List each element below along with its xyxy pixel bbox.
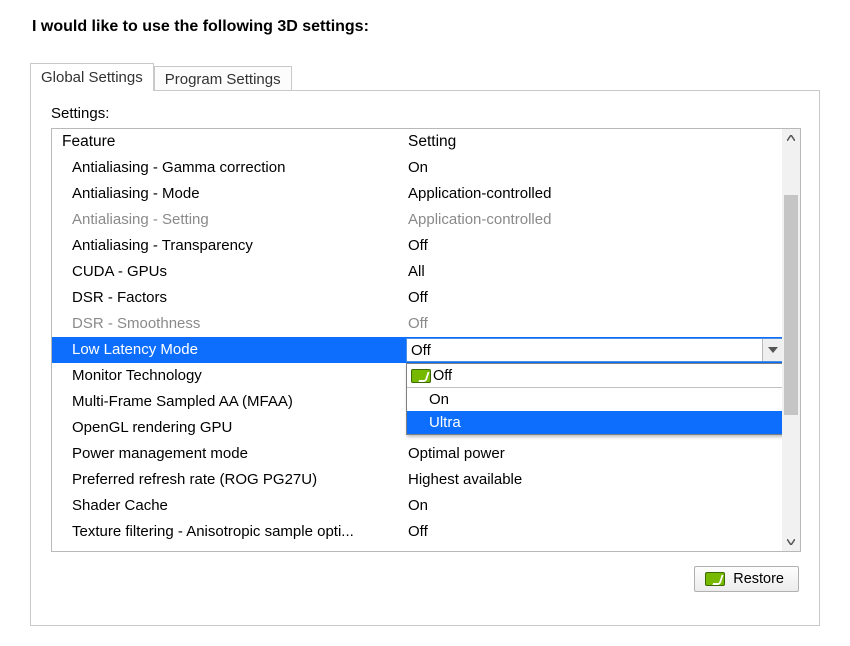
setting-cell: On xyxy=(404,493,782,519)
feature-cell: Power management mode xyxy=(52,441,404,467)
table-row: Antialiasing - Setting Application-contr… xyxy=(52,207,782,233)
low-latency-mode-dropdown-list[interactable]: Off On Ultra xyxy=(406,363,782,435)
table-row[interactable]: Texture filtering - Negative LOD bias Al… xyxy=(52,545,782,551)
settings-label: Settings: xyxy=(51,105,799,122)
tabset: Global Settings Program Settings Setting… xyxy=(30,60,826,626)
tab-body: Settings: Feature Setting Antialiasing -… xyxy=(30,90,820,626)
table-row[interactable]: Power management mode Optimal power xyxy=(52,441,782,467)
feature-cell: Shader Cache xyxy=(52,493,404,519)
dropdown-option[interactable]: Off xyxy=(407,364,782,388)
feature-cell: Antialiasing - Transparency xyxy=(52,233,404,259)
chevron-up-icon xyxy=(787,135,795,141)
setting-cell: Off xyxy=(404,311,782,337)
table-row[interactable]: Antialiasing - Gamma correction On xyxy=(52,155,782,181)
setting-cell: Highest available xyxy=(404,467,782,493)
feature-cell: Multi-Frame Sampled AA (MFAA) xyxy=(52,389,404,415)
setting-cell: Optimal power xyxy=(404,441,782,467)
feature-cell: Monitor Technology xyxy=(52,363,404,389)
table-header-row: Feature Setting xyxy=(52,129,782,155)
combobox-toggle[interactable] xyxy=(762,339,782,361)
low-latency-mode-combobox[interactable]: Off xyxy=(406,338,782,362)
dropdown-option-highlighted[interactable]: Ultra xyxy=(407,411,782,434)
table-row[interactable]: Shader Cache On xyxy=(52,493,782,519)
setting-cell: All xyxy=(404,259,782,285)
table-row[interactable]: CUDA - GPUs All xyxy=(52,259,782,285)
feature-cell: Low Latency Mode xyxy=(52,337,404,363)
setting-cell: On xyxy=(404,155,782,181)
table-row[interactable]: Antialiasing - Transparency Off xyxy=(52,233,782,259)
settings-table-scroll: Feature Setting Antialiasing - Gamma cor… xyxy=(52,129,782,551)
feature-cell: DSR - Smoothness xyxy=(52,311,404,337)
chevron-down-icon xyxy=(768,347,778,353)
feature-cell: DSR - Factors xyxy=(52,285,404,311)
setting-cell: Off xyxy=(404,233,782,259)
feature-cell: CUDA - GPUs xyxy=(52,259,404,285)
feature-cell: Preferred refresh rate (ROG PG27U) xyxy=(52,467,404,493)
tab-program-settings[interactable]: Program Settings xyxy=(154,66,292,92)
table-row[interactable]: Antialiasing - Mode Application-controll… xyxy=(52,181,782,207)
setting-cell: Allow xyxy=(404,545,782,551)
scrollbar-down-arrow[interactable] xyxy=(782,533,800,551)
settings-table-container: Feature Setting Antialiasing - Gamma cor… xyxy=(51,128,801,552)
feature-cell: Antialiasing - Gamma correction xyxy=(52,155,404,181)
table-row[interactable]: Texture filtering - Anisotropic sample o… xyxy=(52,519,782,545)
feature-cell: OpenGL rendering GPU xyxy=(52,415,404,441)
tab-global-settings[interactable]: Global Settings xyxy=(30,63,154,91)
setting-cell: Off xyxy=(404,285,782,311)
dropdown-option-label: Off xyxy=(433,368,452,384)
column-header-setting[interactable]: Setting xyxy=(404,129,782,155)
nvidia-logo-icon xyxy=(411,369,431,383)
tab-strip: Global Settings Program Settings xyxy=(30,60,826,90)
restore-button[interactable]: Restore xyxy=(694,566,799,592)
setting-cell: Application-controlled xyxy=(404,207,782,233)
feature-cell: Texture filtering - Anisotropic sample o… xyxy=(52,519,404,545)
setting-cell: Off xyxy=(404,519,782,545)
scrollbar-up-arrow[interactable] xyxy=(782,129,800,147)
scrollbar-thumb[interactable] xyxy=(784,195,798,415)
restore-row: Restore xyxy=(51,566,799,592)
column-header-feature[interactable]: Feature xyxy=(52,129,404,155)
dropdown-option[interactable]: On xyxy=(407,388,782,411)
page-heading: I would like to use the following 3D set… xyxy=(32,18,826,36)
vertical-scrollbar[interactable] xyxy=(782,129,800,551)
scrollbar-track[interactable] xyxy=(782,147,800,533)
combobox-value: Off xyxy=(407,342,762,359)
feature-cell: Texture filtering - Negative LOD bias xyxy=(52,545,404,551)
restore-button-label: Restore xyxy=(733,571,784,587)
setting-cell: Application-controlled xyxy=(404,181,782,207)
feature-cell: Antialiasing - Setting xyxy=(52,207,404,233)
table-row[interactable]: DSR - Factors Off xyxy=(52,285,782,311)
feature-cell: Antialiasing - Mode xyxy=(52,181,404,207)
chevron-down-icon xyxy=(787,539,795,545)
nvidia-logo-icon xyxy=(705,572,725,586)
table-row: DSR - Smoothness Off xyxy=(52,311,782,337)
table-row[interactable]: Preferred refresh rate (ROG PG27U) Highe… xyxy=(52,467,782,493)
